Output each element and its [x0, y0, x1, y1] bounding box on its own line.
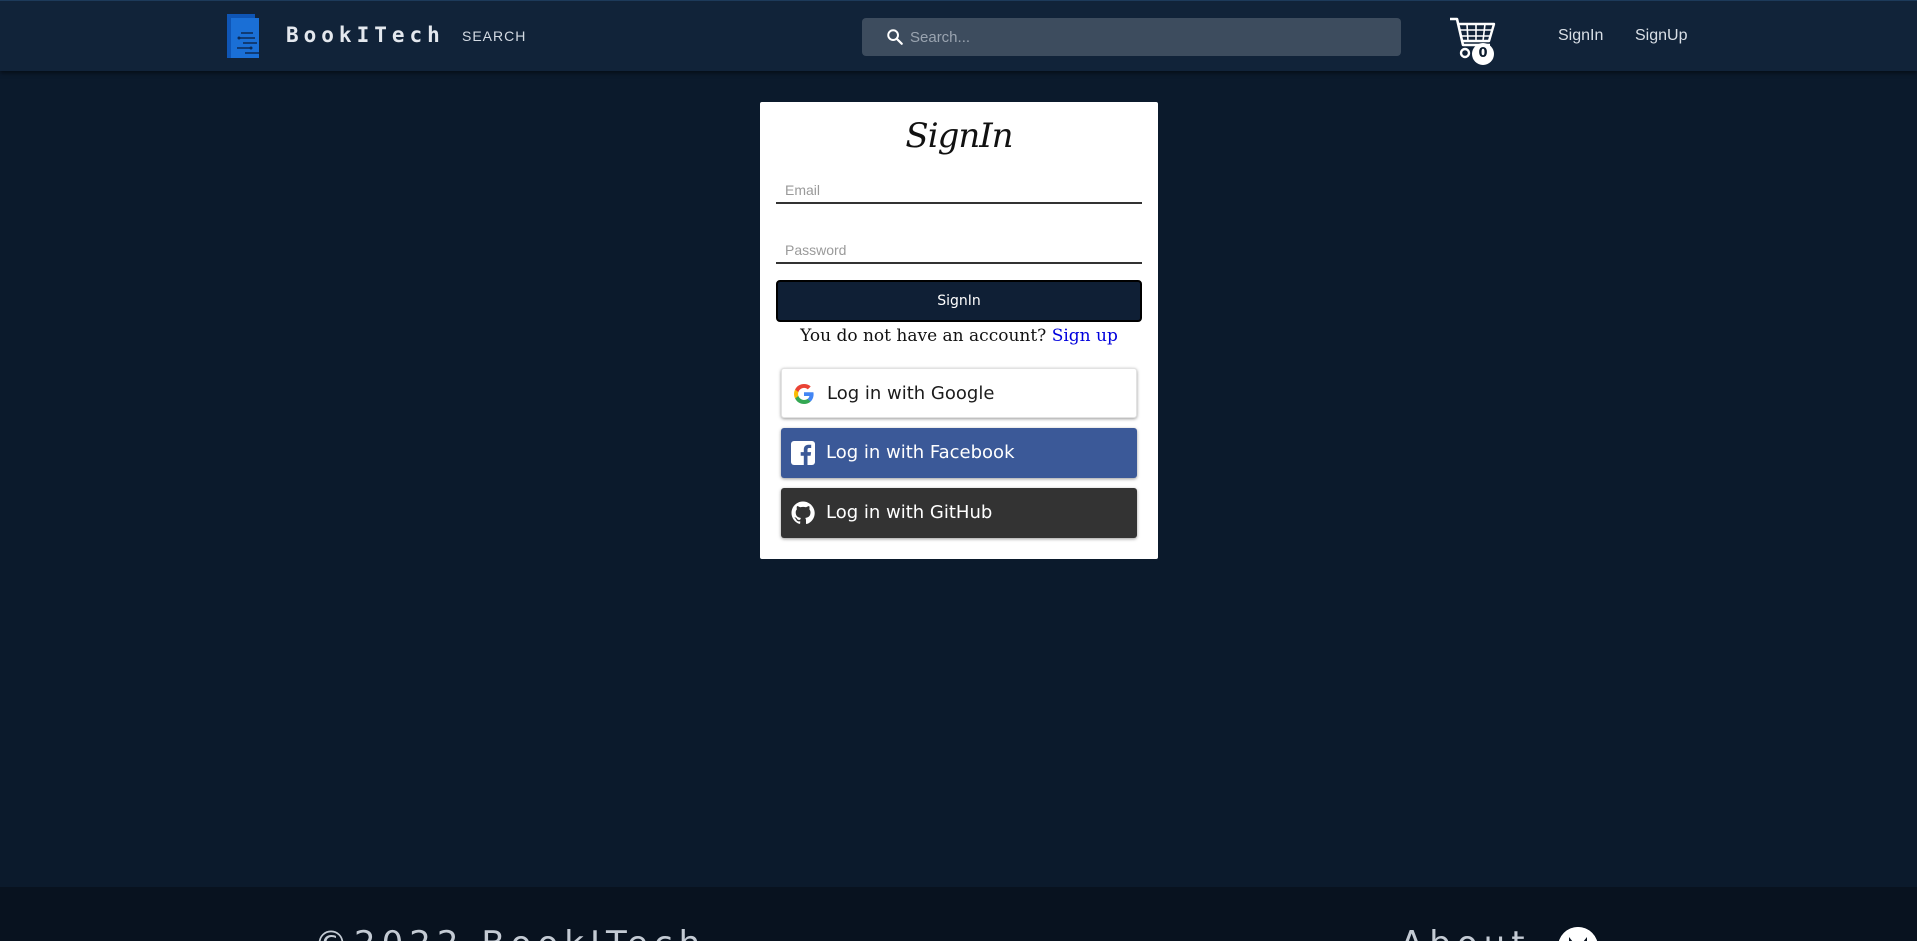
- facebook-icon: [791, 441, 815, 465]
- github-login-label: Log in with GitHub: [826, 502, 993, 523]
- google-login-label: Log in with Google: [827, 383, 995, 404]
- footer-about-link[interactable]: About: [1400, 924, 1531, 941]
- facebook-login-button[interactable]: Log in with Facebook: [781, 428, 1137, 478]
- no-account-text: You do not have an account? Sign up: [760, 326, 1158, 346]
- search-icon: [887, 29, 903, 45]
- password-field[interactable]: [776, 238, 1142, 264]
- signin-card: SignIn SignIn You do not have an account…: [760, 102, 1158, 559]
- github-login-button[interactable]: Log in with GitHub: [781, 488, 1137, 538]
- nav-signup-link[interactable]: SignUp: [1635, 27, 1687, 45]
- footer-copyright: ©2022 BookITech: [314, 924, 706, 941]
- footer-github-icon[interactable]: [1558, 927, 1598, 941]
- google-icon: [794, 384, 814, 404]
- cart-count-badge: 0: [1472, 43, 1494, 65]
- brand-name[interactable]: BookITech: [286, 23, 445, 47]
- github-icon: [791, 501, 815, 525]
- signup-link[interactable]: Sign up: [1052, 326, 1118, 346]
- email-field[interactable]: [776, 178, 1142, 204]
- no-account-label: You do not have an account?: [800, 326, 1047, 346]
- search-bar: [862, 18, 1401, 56]
- search-input[interactable]: [908, 18, 1388, 56]
- google-login-button[interactable]: Log in with Google: [781, 368, 1137, 418]
- nav-search-link[interactable]: SEARCH: [462, 28, 526, 44]
- signin-button[interactable]: SignIn: [776, 280, 1142, 322]
- signin-title: SignIn: [905, 116, 1013, 156]
- footer: ©2022 BookITech About: [0, 887, 1917, 941]
- facebook-login-label: Log in with Facebook: [826, 442, 1015, 463]
- navbar: BookITech SEARCH 0 SignIn SignUp: [0, 0, 1917, 71]
- nav-signin-link[interactable]: SignIn: [1558, 27, 1603, 45]
- book-logo-icon[interactable]: [225, 14, 261, 60]
